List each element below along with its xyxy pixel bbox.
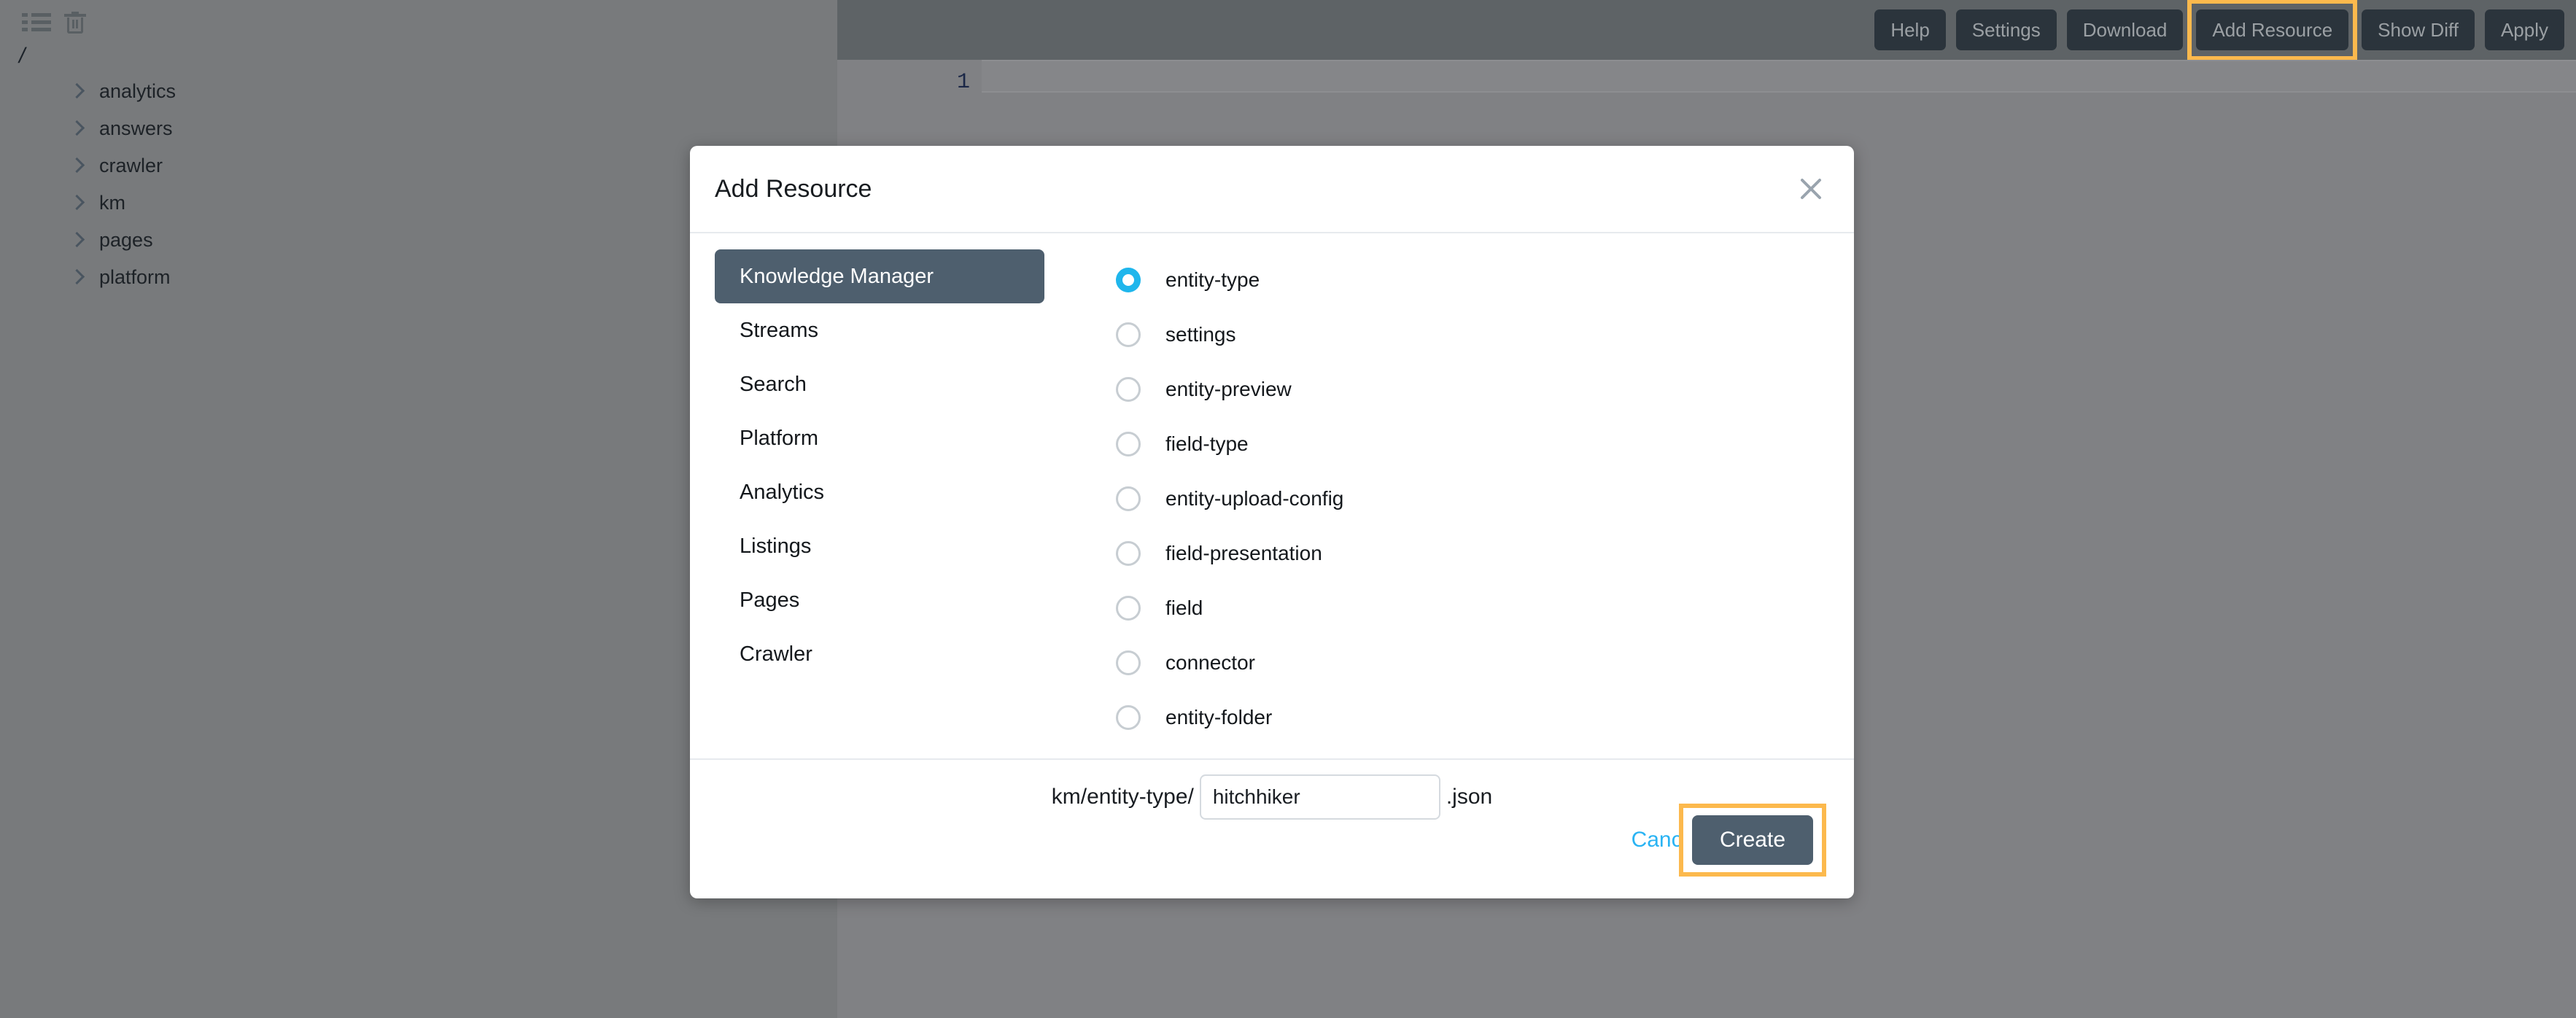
category-label: Analytics xyxy=(740,480,825,504)
tree-item-label: crawler xyxy=(99,155,163,176)
file-panel-toolbar xyxy=(22,12,86,36)
radio-icon[interactable] xyxy=(1116,376,1141,402)
category-item-analytics[interactable]: Analytics xyxy=(715,465,1044,519)
create-button-highlight: Create xyxy=(1678,804,1827,877)
dialog-title: Add Resource xyxy=(715,174,872,203)
tree-item-label: analytics xyxy=(99,80,176,102)
radio-icon[interactable] xyxy=(1116,540,1141,566)
chevron-right-icon xyxy=(67,231,86,250)
chevron-right-icon xyxy=(67,268,86,287)
filename-input[interactable] xyxy=(1199,774,1440,820)
toolbar-slot-settings: Settings xyxy=(1955,9,2057,50)
radio-icon[interactable] xyxy=(1116,431,1141,456)
add-resource-button[interactable]: Add Resource xyxy=(2196,9,2349,50)
radio-icon[interactable] xyxy=(1116,704,1141,730)
resource-type-option-settings[interactable]: settings xyxy=(1116,307,1854,362)
resource-type-label: entity-type xyxy=(1165,268,1260,291)
tree-item-label: pages xyxy=(99,229,153,251)
resource-type-label: entity-folder xyxy=(1165,705,1273,728)
chevron-right-icon xyxy=(67,157,86,176)
trash-icon[interactable] xyxy=(64,12,86,36)
dialog-header: Add Resource xyxy=(690,146,1854,233)
resource-type-label: entity-preview xyxy=(1165,377,1292,400)
tree-item-label: km xyxy=(99,192,125,214)
download-button[interactable]: Download xyxy=(2066,9,2184,50)
root-path-label: / xyxy=(19,44,26,68)
resource-type-label: entity-upload-config xyxy=(1165,486,1344,510)
resource-type-option-entity-preview[interactable]: entity-preview xyxy=(1116,362,1854,416)
add-resource-dialog: Add Resource Knowledge Manager Streams S… xyxy=(690,146,1854,898)
category-label: Streams xyxy=(740,318,818,342)
toolbar-slot-show-diff: Show Diff xyxy=(2362,9,2475,50)
resource-type-option-field-presentation[interactable]: field-presentation xyxy=(1116,526,1854,580)
radio-icon[interactable] xyxy=(1116,267,1141,292)
tree-item-answers[interactable]: answers xyxy=(0,110,837,147)
resource-type-label: field xyxy=(1165,596,1203,619)
resource-type-option-entity-folder[interactable]: entity-folder xyxy=(1116,690,1854,745)
radio-icon[interactable] xyxy=(1116,650,1141,675)
toolbar-slot-download: Download xyxy=(2066,9,2184,50)
resource-type-option-connector[interactable]: connector xyxy=(1116,635,1854,690)
resource-type-option-partial[interactable] xyxy=(1116,745,1854,758)
tree-item-label: answers xyxy=(99,117,173,139)
chevron-right-icon xyxy=(67,82,86,101)
resource-type-list: entity-type settings entity-preview fiel… xyxy=(1069,233,1854,758)
category-label: Crawler xyxy=(740,642,812,666)
dialog-footer: km/entity-type/ .json Cancel Create xyxy=(690,760,1854,897)
help-button[interactable]: Help xyxy=(1874,9,1946,50)
radio-icon[interactable] xyxy=(1116,322,1141,347)
dialog-actions: Cancel Create xyxy=(1632,804,1827,877)
resource-type-label: settings xyxy=(1165,322,1236,346)
toolbar-slot-help: Help xyxy=(1874,9,1946,50)
resource-type-option-field-type[interactable]: field-type xyxy=(1116,416,1854,471)
tree-item-label: platform xyxy=(99,266,171,288)
resource-type-option-entity-upload-config[interactable]: entity-upload-config xyxy=(1116,471,1854,526)
line-number: 1 xyxy=(956,70,970,95)
category-item-platform[interactable]: Platform xyxy=(715,411,1044,465)
toolbar-slot-add-resource-highlight: Add Resource xyxy=(2187,0,2358,61)
category-label: Platform xyxy=(740,426,818,450)
resource-type-label: field-presentation xyxy=(1165,541,1322,564)
category-list: Knowledge Manager Streams Search Platfor… xyxy=(690,233,1069,758)
toolbar-slot-apply: Apply xyxy=(2484,9,2564,50)
category-item-listings[interactable]: Listings xyxy=(715,519,1044,573)
category-label: Pages xyxy=(740,588,800,612)
chevron-right-icon xyxy=(67,194,86,213)
category-label: Listings xyxy=(740,534,812,558)
apply-button[interactable]: Apply xyxy=(2484,9,2564,50)
editor-toolbar: Help Settings Download Add Resource Show… xyxy=(837,0,2576,61)
radio-icon[interactable] xyxy=(1116,595,1141,621)
app-root: / analytics answers crawler km pages pla… xyxy=(0,0,2576,1018)
settings-button[interactable]: Settings xyxy=(1955,9,2057,50)
category-item-search[interactable]: Search xyxy=(715,357,1044,411)
dialog-body: Knowledge Manager Streams Search Platfor… xyxy=(690,233,1854,760)
category-item-pages[interactable]: Pages xyxy=(715,573,1044,627)
category-label: Knowledge Manager xyxy=(740,264,934,288)
active-line-highlight xyxy=(982,60,2576,93)
list-icon[interactable] xyxy=(22,12,51,36)
resource-type-option-entity-type[interactable]: entity-type xyxy=(1116,252,1854,307)
resource-type-option-field[interactable]: field xyxy=(1116,580,1854,635)
tree-item-analytics[interactable]: analytics xyxy=(0,73,837,110)
filename-prefix: km/entity-type/ xyxy=(1051,785,1194,809)
show-diff-button[interactable]: Show Diff xyxy=(2362,9,2475,50)
create-button[interactable]: Create xyxy=(1691,815,1813,865)
radio-icon[interactable] xyxy=(1116,486,1141,511)
category-item-streams[interactable]: Streams xyxy=(715,303,1044,357)
category-item-crawler[interactable]: Crawler xyxy=(715,627,1044,681)
close-icon[interactable] xyxy=(1794,172,1828,206)
chevron-right-icon xyxy=(67,120,86,139)
resource-type-label: field-type xyxy=(1165,432,1249,455)
category-item-knowledge-manager[interactable]: Knowledge Manager xyxy=(715,249,1044,303)
filename-suffix: .json xyxy=(1446,785,1493,809)
category-label: Search xyxy=(740,372,807,396)
resource-type-label: connector xyxy=(1165,650,1255,674)
